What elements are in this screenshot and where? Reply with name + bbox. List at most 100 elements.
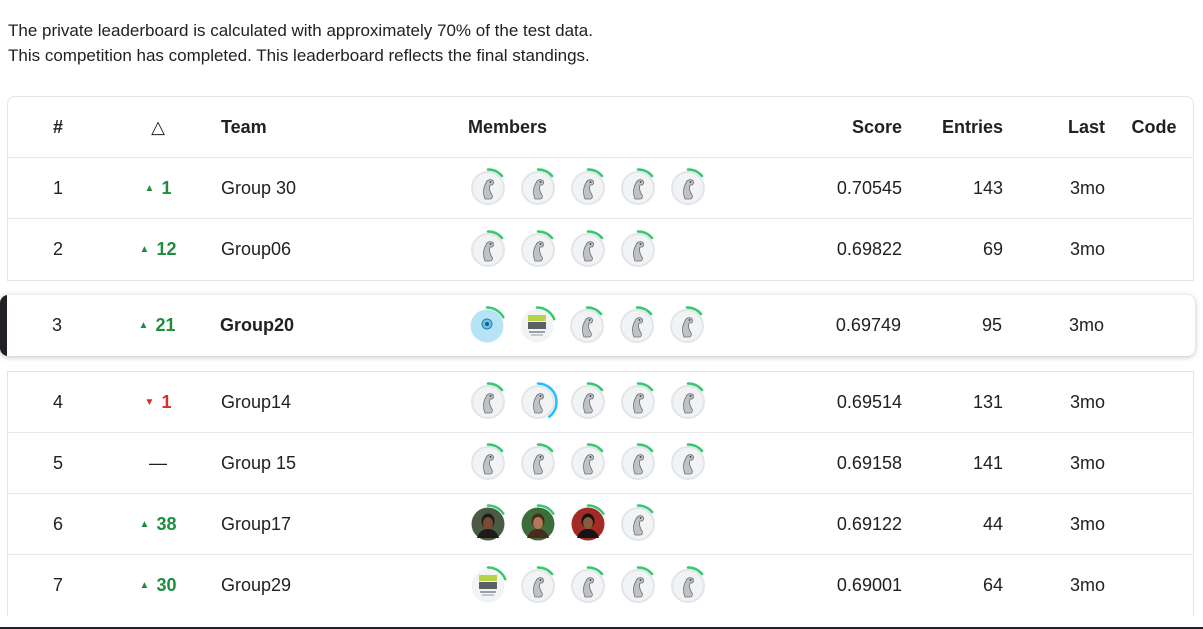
arrow-up-icon: ▲ [139, 518, 150, 530]
code-cell [1118, 372, 1190, 432]
members-list [468, 494, 768, 554]
goose-avatar-icon[interactable] [468, 168, 508, 208]
score-cell: 0.69158 [836, 452, 902, 473]
rank-cell: 3 [51, 315, 62, 335]
rank-change-value: — [149, 452, 167, 473]
rank-cell: 2 [52, 239, 63, 259]
table-row[interactable]: 2 ▲ 12 Group06 0.69822 69 3mo [8, 219, 1193, 280]
goose-avatar-icon[interactable] [468, 229, 508, 270]
table-row[interactable]: 5 — Group 15 0.69158 141 3mo [8, 433, 1193, 494]
rank-change-value: 1 [161, 391, 172, 412]
header-team[interactable]: Team [221, 97, 441, 157]
goose-avatar-icon[interactable] [518, 229, 558, 270]
arrow-up-icon: ▲ [144, 182, 155, 194]
goose-avatar-icon[interactable] [618, 504, 658, 544]
goose-avatar-icon[interactable] [568, 382, 608, 422]
table-row[interactable]: 6 ▲ 38 Group17 0.69122 44 3mo [8, 494, 1193, 555]
goose-avatar-icon[interactable] [518, 565, 558, 606]
arrow-down-icon: ▼ [144, 396, 155, 408]
goose-avatar-icon[interactable] [618, 382, 658, 422]
members-list [468, 555, 768, 616]
arrow-up-icon: ▲ [138, 320, 149, 331]
goose-avatar-icon[interactable] [567, 305, 607, 346]
last-submission-cell: 3mo [1069, 513, 1105, 534]
code-cell [1118, 158, 1190, 218]
highlighted-team-row[interactable]: 3 ▲ 21 Group20 0.69749 95 3mo [0, 295, 1195, 356]
table-row[interactable]: 4 ▼ 1 Group14 0.69514 131 3mo [8, 372, 1193, 433]
goose-avatar-icon[interactable] [518, 382, 558, 422]
code-cell [1117, 295, 1189, 356]
header-entries[interactable]: Entries [908, 97, 1003, 157]
rank-change-value: 12 [156, 239, 177, 259]
team-name[interactable]: Group14 [221, 372, 441, 432]
table-row[interactable]: 7 ▲ 30 Group29 0.69001 64 3mo [8, 555, 1193, 616]
rank-cell: 7 [52, 575, 63, 595]
goose-avatar-icon[interactable] [568, 168, 608, 208]
rank-cell: 5 [52, 452, 63, 473]
goose-avatar-icon[interactable] [618, 229, 658, 270]
last-submission-cell: 3mo [1069, 452, 1105, 473]
table-row[interactable]: 3 ▲ 21 Group20 0.69749 95 3mo [7, 295, 1195, 356]
team-name[interactable]: Group17 [221, 494, 441, 554]
header-rank[interactable]: # [8, 97, 108, 157]
header-delta[interactable]: △ [108, 97, 208, 157]
rank-change-value: 38 [156, 513, 177, 534]
goose-avatar-icon[interactable] [518, 168, 558, 208]
rank-change: ▲ 12 [108, 219, 208, 280]
goose-avatar-icon[interactable] [668, 382, 708, 422]
rank-change: — [108, 433, 208, 493]
goose-avatar-icon[interactable] [568, 565, 608, 606]
team-name[interactable]: Group 15 [221, 433, 441, 493]
goose-avatar-icon[interactable] [468, 382, 508, 422]
team-name[interactable]: Group 30 [221, 158, 441, 218]
entries-cell: 64 [982, 575, 1003, 595]
rank-cell: 6 [52, 513, 63, 534]
user-photo-avatar[interactable] [518, 504, 558, 544]
highlight-marker [0, 295, 7, 356]
user-photo-avatar[interactable] [468, 504, 508, 544]
entries-cell: 95 [981, 315, 1002, 335]
leaderboard-table: # △ Team Members Score Entries Last Code… [7, 96, 1194, 281]
goose-avatar-icon[interactable] [568, 229, 608, 270]
goose-avatar-icon[interactable] [618, 168, 658, 208]
members-list [467, 295, 767, 356]
code-cell [1118, 433, 1190, 493]
members-list [468, 158, 768, 218]
entries-cell: 44 [982, 513, 1003, 534]
goose-avatar-icon[interactable] [518, 443, 558, 483]
rank-change: ▼ 1 [108, 372, 208, 432]
goose-avatar-icon[interactable] [468, 443, 508, 483]
nova-ims-avatar-icon[interactable] [517, 305, 557, 346]
rank-change: ▲ 21 [107, 295, 207, 356]
score-cell: 0.69822 [836, 239, 902, 259]
user-photo-avatar[interactable] [568, 504, 608, 544]
leaderboard-table-continued: 4 ▼ 1 Group14 0.69514 131 3mo 5 — Group 1 [7, 371, 1194, 616]
score-cell: 0.69001 [836, 575, 902, 595]
team-name[interactable]: Group20 [220, 295, 440, 356]
goose-avatar-icon[interactable] [617, 305, 657, 346]
members-list [468, 372, 768, 432]
team-name[interactable]: Group06 [221, 219, 441, 280]
table-header: # △ Team Members Score Entries Last Code [8, 97, 1193, 158]
goose-avatar-icon[interactable] [668, 168, 708, 208]
code-cell [1118, 494, 1190, 554]
entries-cell: 69 [982, 239, 1003, 259]
rank-change: ▲ 38 [108, 494, 208, 554]
header-members: Members [468, 116, 548, 137]
goose-avatar-icon[interactable] [568, 443, 608, 483]
team-name[interactable]: Group29 [221, 555, 441, 616]
goose-avatar-icon[interactable] [618, 565, 658, 606]
code-cell [1118, 219, 1190, 280]
nova-ims-avatar-icon[interactable] [468, 565, 508, 606]
header-score[interactable]: Score [768, 97, 902, 157]
goose-avatar-icon[interactable] [618, 443, 658, 483]
eye-avatar-icon[interactable] [467, 305, 507, 346]
table-row[interactable]: 1 ▲ 1 Group 30 0.70545 143 3mo [8, 158, 1193, 219]
header-last[interactable]: Last [1018, 97, 1105, 157]
goose-avatar-icon[interactable] [668, 565, 708, 606]
notice-line-1: The private leaderboard is calculated wi… [8, 21, 593, 40]
goose-avatar-icon[interactable] [668, 443, 708, 483]
score-cell: 0.69749 [835, 315, 901, 335]
rank-cell: 1 [52, 177, 63, 198]
goose-avatar-icon[interactable] [667, 305, 707, 346]
